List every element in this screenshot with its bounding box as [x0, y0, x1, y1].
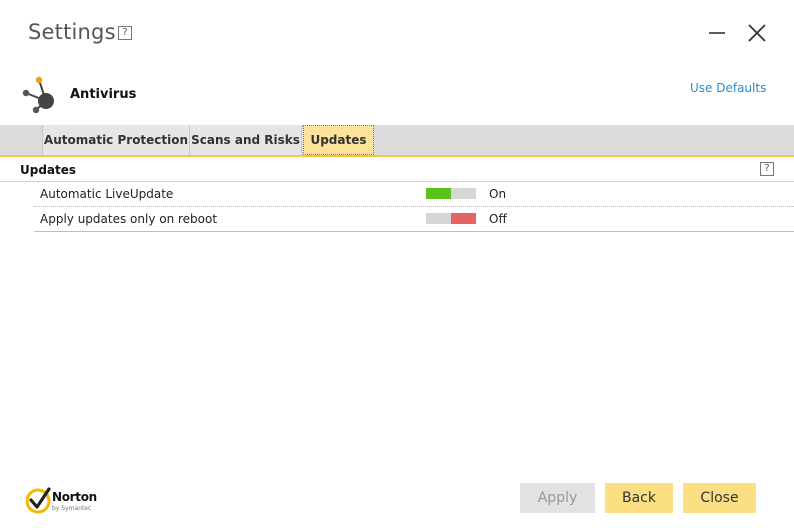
tab-scans-and-risks[interactable]: Scans and Risks: [190, 125, 302, 155]
section-title: Updates: [20, 163, 77, 177]
apply-button[interactable]: Apply: [520, 483, 595, 513]
close-icon: [748, 24, 766, 42]
toggle-state: On: [489, 187, 507, 201]
tab-updates[interactable]: Updates: [303, 125, 374, 155]
window-title: Settings: [28, 20, 116, 44]
help-icon[interactable]: ?: [760, 162, 774, 176]
minimize-icon: [709, 32, 725, 34]
apply-on-reboot-toggle[interactable]: [426, 213, 476, 224]
app-name: Antivirus: [70, 87, 137, 102]
setting-label: Automatic LiveUpdate: [40, 187, 174, 201]
automatic-liveupdate-toggle[interactable]: [426, 188, 476, 199]
norton-brand-sub: by Symantec: [52, 505, 92, 512]
tab-bar: Automatic Protection Scans and Risks Upd…: [0, 125, 794, 155]
setting-row-automatic-liveupdate: Automatic LiveUpdate On: [34, 182, 794, 207]
setting-label: Apply updates only on reboot: [40, 212, 218, 226]
antivirus-icon: [22, 76, 54, 114]
use-defaults-link[interactable]: Use Defaults: [690, 81, 766, 95]
help-icon[interactable]: ?: [118, 26, 132, 40]
minimize-button[interactable]: [704, 20, 730, 46]
close-window-button[interactable]: [744, 20, 770, 46]
close-button[interactable]: Close: [683, 483, 756, 513]
toggle-state: Off: [489, 212, 507, 226]
tab-automatic-protection[interactable]: Automatic Protection: [42, 125, 190, 155]
norton-brand: Norton: [52, 490, 97, 504]
toggle-knob: [426, 188, 451, 199]
back-button[interactable]: Back: [605, 483, 673, 513]
setting-row-apply-on-reboot: Apply updates only on reboot Off: [34, 207, 794, 232]
section-header: Updates ?: [0, 157, 794, 182]
toggle-knob: [451, 213, 476, 224]
